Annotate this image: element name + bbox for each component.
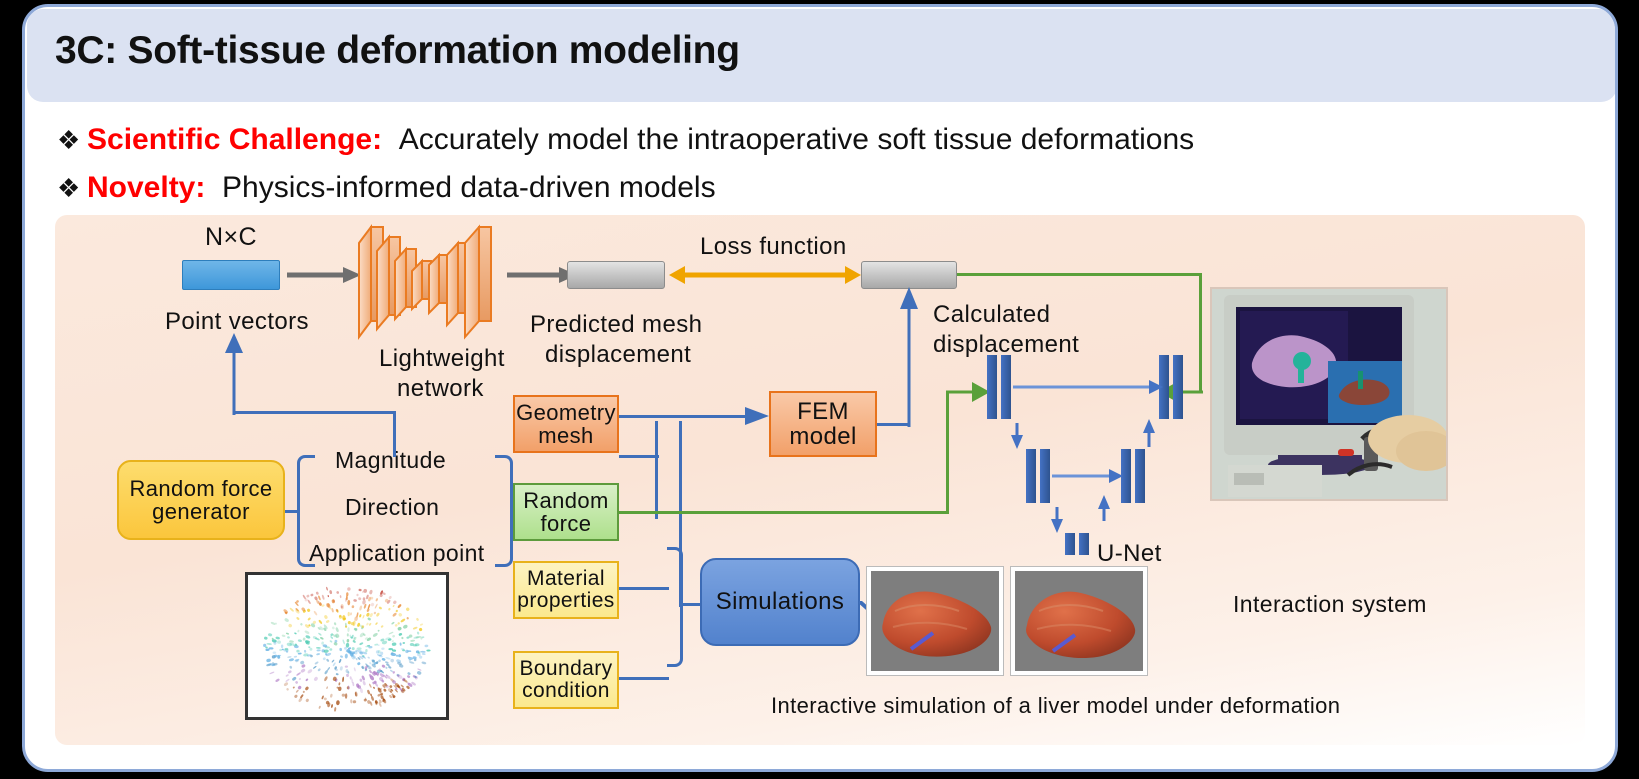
- calculated-displacement-bar: [861, 261, 957, 289]
- simulations-label: Simulations: [715, 588, 845, 616]
- param-application-point-label: Application point: [309, 540, 485, 566]
- bullet-value-label: Physics-informed data-driven models: [222, 171, 716, 204]
- point-vectors-bar: [182, 260, 280, 290]
- gray-arrow-input-to-network: [287, 267, 361, 283]
- sim-bracket-stem: [681, 603, 701, 606]
- random-force-generator-box[interactable]: Random force generator: [117, 460, 285, 540]
- geometry-mesh-line2: mesh: [538, 423, 594, 448]
- fem-line1: FEM: [797, 397, 849, 425]
- geo-to-fem-line: [619, 415, 749, 418]
- liver-simulation-image-1: [867, 567, 1003, 675]
- lightweight-network-label-line2: network: [397, 375, 484, 402]
- interaction-caption: Interaction system: [1233, 591, 1427, 617]
- predicted-mesh-label-line2: displacement: [545, 341, 692, 368]
- liver-caption: Interactive simulation of a liver model …: [771, 693, 1341, 718]
- green-line-from-calculated: [957, 273, 1202, 276]
- material-to-bracket: [619, 587, 669, 590]
- diamond-bullet-icon: ❖: [57, 173, 81, 203]
- gold-double-arrow-loss: [669, 266, 861, 284]
- predicted-mesh-label-line1: Predicted mesh: [530, 311, 703, 338]
- unet-label: U-Net: [1097, 540, 1162, 567]
- boundary-condition-line1: Boundary: [519, 656, 613, 680]
- liver-simulation-image-2: [1011, 567, 1147, 675]
- diamond-bullet-icon: ❖: [57, 125, 81, 155]
- random-force-line1: Random: [523, 487, 609, 513]
- simulations-input-bracket: [667, 547, 683, 667]
- calculated-label-line1: Calculated: [933, 301, 1051, 328]
- geo-branch-vertical: [655, 421, 658, 519]
- fem-model-box[interactable]: FEM model: [769, 391, 877, 457]
- random-force-line2: force: [540, 511, 592, 536]
- geometry-mesh-box[interactable]: Geometry mesh: [513, 395, 619, 453]
- boundary-condition-line2: condition: [522, 679, 610, 702]
- bullet-key-label: Scientific Challenge:: [87, 123, 383, 156]
- bullet-key-label: Novelty:: [87, 171, 206, 204]
- bullet-value-label: Accurately model the intraoperative soft…: [398, 123, 1195, 156]
- simulations-box[interactable]: Simulations: [700, 558, 860, 646]
- param-magnitude-label: Magnitude: [335, 447, 447, 473]
- blue-arrow-up-to-calculated: [900, 287, 918, 427]
- feedback-line-vertical-right: [393, 411, 396, 457]
- material-properties-line2: properties: [517, 589, 615, 612]
- architecture-diagram: N×C Point vectors Lightweight network Pr…: [55, 215, 1585, 745]
- unet-diagram-icon: [987, 355, 1183, 555]
- boundary-to-bracket: [619, 677, 669, 680]
- loss-function-label: Loss function: [700, 233, 847, 260]
- bullet-novelty: ❖ Novelty: Physics-informed data-driven m…: [57, 171, 716, 205]
- boundary-condition-box[interactable]: Boundary condition: [513, 651, 619, 709]
- predicted-mesh-bar: [567, 261, 665, 289]
- green-line-down-right: [1199, 273, 1202, 391]
- geometry-mesh-line1: Geometry: [516, 399, 616, 425]
- lightweight-network-icon: [358, 224, 492, 340]
- blue-arrow-into-fem: [745, 407, 769, 425]
- material-properties-line1: Material: [527, 566, 605, 590]
- nxc-label: N×C: [205, 223, 257, 251]
- rfg-label-line2: generator: [152, 499, 250, 524]
- slide-header: 3C: Soft-tissue deformation modeling: [27, 9, 1615, 102]
- geo-branch-horizontal: [619, 455, 659, 458]
- bullet-scientific-challenge: ❖ Scientific Challenge: Accurately model …: [57, 123, 1194, 157]
- feedback-line-horizontal: [233, 411, 396, 414]
- fem-line2: model: [789, 423, 857, 450]
- lightweight-network-label-line1: Lightweight: [379, 345, 505, 372]
- slide-card: 3C: Soft-tissue deformation modeling ❖ Sc…: [22, 4, 1618, 772]
- blue-arrow-up-to-point-vectors: [225, 333, 243, 415]
- material-properties-box[interactable]: Material properties: [513, 561, 619, 619]
- point-vectors-label: Point vectors: [165, 308, 309, 335]
- force-vector-scatter-image: [245, 572, 449, 720]
- page-title: 3C: Soft-tissue deformation modeling: [55, 29, 740, 72]
- random-force-box[interactable]: Random force: [513, 483, 619, 541]
- green-line-from-random-force: [619, 511, 949, 514]
- bracket-stem-left: [285, 510, 299, 513]
- param-direction-label: Direction: [345, 494, 440, 520]
- interaction-system-image: [1210, 287, 1448, 501]
- green-line-down-mid: [946, 391, 949, 513]
- rfg-label-line1: Random force: [129, 475, 273, 501]
